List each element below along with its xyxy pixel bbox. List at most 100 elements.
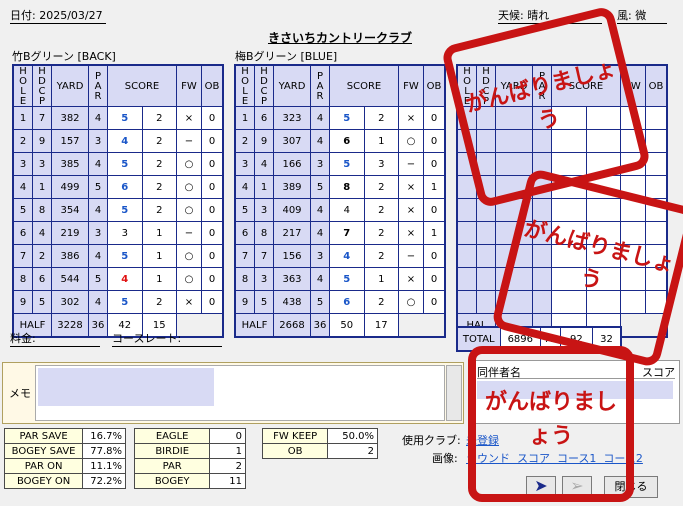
stat-row: PAR 2 <box>133 458 246 474</box>
hole-hdcp: 9 <box>254 129 274 153</box>
hole-score: 5 <box>329 267 365 291</box>
hole-ob: 1 <box>423 175 446 199</box>
col-ob: OB <box>645 64 668 107</box>
stat-label: PAR ON <box>3 458 84 474</box>
col-ob: OB <box>201 64 224 107</box>
hole-putt: 2 <box>363 244 399 268</box>
hole-score: 4 <box>107 129 143 153</box>
hole-score: 4 <box>329 244 365 268</box>
hole-row: 7 2 386 4 5 1 ○ 0 <box>12 244 224 268</box>
hole-row: 7 7 156 3 4 2−0 <box>234 244 446 268</box>
hole-yard: 302 <box>51 290 89 314</box>
hole-score: 8 <box>329 175 365 199</box>
memo-input[interactable] <box>35 365 445 421</box>
stat-value: 77.8% <box>82 443 126 459</box>
hole-par: 4 <box>88 290 108 314</box>
hole-yard: 156 <box>273 244 311 268</box>
empty-cell <box>456 290 477 314</box>
stamp-text: がんばりましょう <box>484 390 617 449</box>
hole-number: 6 <box>234 221 255 245</box>
stat-value: 0 <box>209 428 246 444</box>
hole-yard: 386 <box>51 244 89 268</box>
course2-name: 梅Bグリーン [BLUE] <box>235 50 338 63</box>
hole-putt: 3 <box>363 152 399 176</box>
empty-cell <box>476 267 496 291</box>
half-score: 50 <box>329 313 365 338</box>
hole-score: 5 <box>107 198 143 222</box>
hole-score: 6 <box>329 290 365 314</box>
empty-cell <box>476 221 496 245</box>
memo-label: メモ <box>9 387 31 400</box>
hole-putt: 2 <box>141 106 177 130</box>
stats-right-table: FW KEEP 50.0% OB 2 <box>261 428 378 459</box>
hole-yard: 307 <box>273 129 311 153</box>
hole-ob: 0 <box>423 129 446 153</box>
col-hdcp: HDCP <box>254 64 274 107</box>
hole-number: 4 <box>234 175 255 199</box>
stat-label: EAGLE <box>133 428 211 444</box>
hole-fw: ○ <box>176 244 202 268</box>
hole-ob: 0 <box>201 244 224 268</box>
hole-ob: 0 <box>201 129 224 153</box>
hole-hdcp: 1 <box>254 175 274 199</box>
stat-value: 16.7% <box>82 428 126 444</box>
hole-hdcp: 6 <box>254 106 274 130</box>
col-hole: HOLE <box>12 64 33 107</box>
hole-fw: × <box>398 221 424 245</box>
hole-row: 5 3 409 4 4 2 × 0 <box>234 198 446 222</box>
hole-hdcp: 3 <box>254 198 274 222</box>
hole-yard: 323 <box>273 106 311 130</box>
hole-ob: 0 <box>423 106 446 130</box>
empty-cell <box>645 175 668 199</box>
hole-putt: 2 <box>363 198 399 222</box>
hole-row: 3 3 385 4 5 2 ○ 0 <box>12 152 224 176</box>
empty-cell <box>456 267 477 291</box>
hole-ob: 1 <box>423 221 446 245</box>
hole-ob: 0 <box>201 290 224 314</box>
hole-number: 8 <box>234 267 255 291</box>
hole-yard: 544 <box>51 267 89 291</box>
hole-par: 4 <box>310 106 330 130</box>
hole-hdcp: 6 <box>32 267 52 291</box>
fee-label: 料金: <box>10 331 100 347</box>
hole-par: 4 <box>88 106 108 130</box>
stat-label: BOGEY ON <box>3 473 84 489</box>
hole-yard: 382 <box>51 106 89 130</box>
half-label: HALF <box>234 313 274 338</box>
hole-score: 5 <box>329 152 365 176</box>
hole-score: 5 <box>107 244 143 268</box>
hole-number: 3 <box>234 152 255 176</box>
empty-cell <box>456 244 477 268</box>
hole-hdcp: 4 <box>254 152 274 176</box>
hole-fw: ○ <box>398 129 424 153</box>
hole-putt: 1 <box>141 221 177 245</box>
hole-par: 5 <box>310 175 330 199</box>
hole-fw: − <box>176 221 202 245</box>
hole-number: 1 <box>234 106 255 130</box>
hole-number: 7 <box>12 244 33 268</box>
hole-score: 7 <box>329 221 365 245</box>
half-empty <box>398 313 445 337</box>
hole-number: 2 <box>234 129 255 153</box>
stat-label: BOGEY SAVE <box>3 443 84 459</box>
hole-par: 5 <box>88 175 108 199</box>
stat-label: FW KEEP <box>261 428 329 444</box>
memo-scrollbar[interactable] <box>446 365 462 421</box>
hole-fw: ○ <box>176 175 202 199</box>
hole-score: 5 <box>107 290 143 314</box>
hole-putt: 2 <box>363 221 399 245</box>
hole-putt: 2 <box>141 152 177 176</box>
col-hole: HOLE <box>234 64 255 107</box>
hole-par: 4 <box>310 129 330 153</box>
hole-row: 2 9 157 3 4 2−0 <box>12 129 224 153</box>
stat-row: BOGEY 11 <box>133 473 246 489</box>
hole-fw: × <box>398 198 424 222</box>
empty-cell <box>456 198 477 222</box>
hole-hdcp: 3 <box>254 267 274 291</box>
stat-value: 1 <box>209 443 246 459</box>
stat-row: OB 2 <box>261 443 378 459</box>
hole-fw: ○ <box>176 267 202 291</box>
hole-ob: 0 <box>201 175 224 199</box>
empty-cell <box>645 129 668 153</box>
stamp-text: がんばりましょう <box>521 216 677 295</box>
